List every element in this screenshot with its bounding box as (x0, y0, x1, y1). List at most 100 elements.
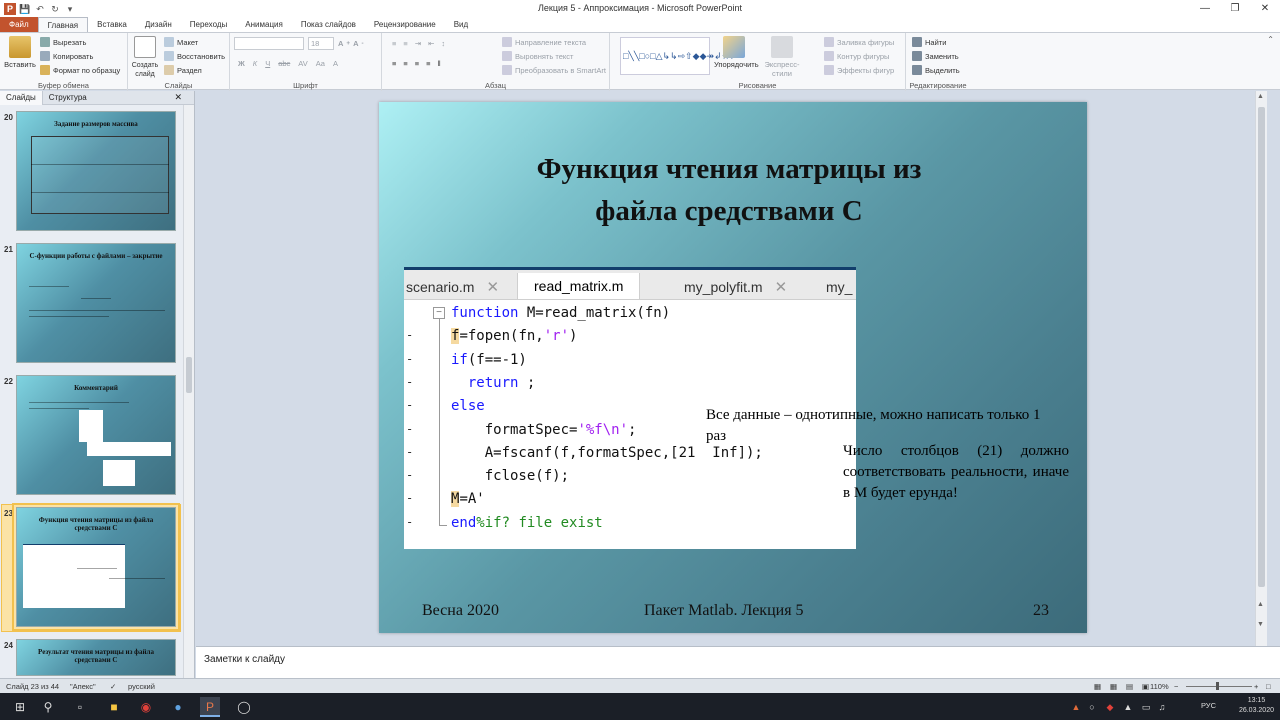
wifi-icon[interactable]: ▲ (1118, 697, 1138, 717)
quick-styles-button[interactable]: Экспресс-стили (760, 36, 804, 78)
slide-thumbnail-selected[interactable]: Функция чтения матрицы из файла средства… (12, 503, 180, 631)
slides-pane-scrollbar[interactable] (183, 105, 194, 678)
tab-outline[interactable]: Структура (43, 93, 93, 102)
align-buttons[interactable]: ≡ ≡ ≡ ≡ ‖ (392, 59, 441, 68)
cut-button[interactable]: Вырезать (40, 37, 86, 47)
zoom-slider-knob[interactable] (1216, 682, 1219, 690)
indent-icon[interactable]: ⇥ (415, 39, 421, 48)
clock[interactable]: 13:15 26.03.2020 (1239, 696, 1274, 716)
shape-fill-button[interactable]: Заливка фигуры (824, 37, 894, 47)
view-slideshow-icon[interactable]: ▣ (1142, 682, 1149, 691)
align-right-icon[interactable]: ≡ (415, 59, 419, 68)
input-language[interactable]: РУС (1201, 701, 1216, 710)
numbering-icon[interactable]: ≡ (403, 39, 407, 48)
underline-icon[interactable]: Ч (265, 59, 270, 68)
tab-transitions[interactable]: Переходы (181, 17, 237, 32)
font-family-select[interactable] (234, 37, 304, 50)
shape-effects-button[interactable]: Эффекты фигур (824, 65, 894, 75)
notes-pane[interactable]: Заметки к слайду (196, 646, 1280, 678)
font-color-icon[interactable]: A (333, 59, 338, 68)
tab-slides[interactable]: Слайды (0, 90, 43, 105)
tab-animation[interactable]: Анимация (236, 17, 292, 32)
scroll-thumb[interactable] (1258, 107, 1265, 587)
font-style-buttons[interactable]: Ж К Чabc AV Aa A (238, 59, 338, 68)
fit-slide-icon[interactable]: □ (1266, 682, 1271, 691)
slide-thumbnail[interactable]: Результат чтения матрицы из файла средст… (16, 639, 176, 676)
start-icon[interactable]: ⊞ (10, 697, 30, 717)
new-slide-button[interactable]: Создать слайд (130, 36, 160, 78)
view-normal-icon[interactable]: ▦ (1094, 682, 1101, 691)
copy-button[interactable]: Копировать (40, 51, 93, 61)
close-pane-icon[interactable]: ✕ (168, 92, 188, 103)
scroll-thumb[interactable] (186, 357, 192, 393)
tab-file[interactable]: Файл (0, 17, 38, 32)
vivaldi-browser-icon[interactable]: ◉ (136, 697, 156, 717)
align-text-button[interactable]: Выровнять текст (502, 51, 573, 61)
annotation-column-count[interactable]: Число столбцов (21) должно соответствова… (843, 441, 1069, 504)
zoom-level[interactable]: 110% (1150, 682, 1169, 691)
slide-thumbnail[interactable]: Комментарий (16, 375, 176, 495)
tab-slideshow[interactable]: Показ слайдов (292, 17, 365, 32)
browser-icon[interactable]: ● (168, 697, 188, 717)
network-icon[interactable]: ○ (1082, 697, 1102, 717)
tab-view[interactable]: Вид (445, 17, 477, 32)
justify-icon[interactable]: ≡ (426, 59, 430, 68)
next-slide-icon[interactable]: ▼ (1257, 621, 1264, 628)
spacing-icon[interactable]: AV (298, 59, 307, 68)
italic-icon[interactable]: К (253, 59, 257, 68)
search-icon[interactable]: ⚲ (38, 697, 58, 717)
select-button[interactable]: Выделить (912, 65, 960, 75)
view-reading-icon[interactable]: ▤ (1126, 682, 1133, 691)
spellcheck-icon[interactable]: ✓ (110, 682, 116, 691)
font-size-select[interactable]: 18 (308, 37, 334, 50)
slide-thumbnail[interactable]: С-функции работы с файлами – закрытие (16, 243, 176, 363)
text-direction-button[interactable]: Направление текста (502, 37, 586, 47)
outdent-icon[interactable]: ⇤ (428, 39, 434, 48)
arrange-button[interactable]: Упорядочить (714, 36, 759, 69)
undo-icon[interactable]: ↶ (34, 3, 46, 15)
bold-icon[interactable]: Ж (238, 59, 245, 68)
collapse-ribbon-icon[interactable]: ⌃ (1267, 35, 1274, 44)
view-sorter-icon[interactable]: ▦ (1110, 682, 1117, 691)
restore-icon[interactable]: ❐ (1220, 0, 1250, 17)
columns-icon[interactable]: ‖ (438, 59, 441, 68)
tab-review[interactable]: Рецензирование (365, 17, 445, 32)
layout-button[interactable]: Макет (164, 37, 198, 47)
volume-icon[interactable]: ♫ (1152, 697, 1172, 717)
format-painter-button[interactable]: Формат по образцу (40, 65, 120, 75)
reset-button[interactable]: Восстановить (164, 51, 225, 61)
strike-icon[interactable]: abc (278, 59, 290, 68)
file-explorer-icon[interactable]: ■ (104, 697, 124, 717)
shape-outline-button[interactable]: Контур фигуры (824, 51, 889, 61)
zoom-out-icon[interactable]: − (1174, 682, 1178, 691)
tab-home[interactable]: Главная (37, 17, 89, 32)
slide-thumbnail[interactable]: Задание размеров массива (16, 111, 176, 231)
customize-qat-icon[interactable]: ▾ (64, 3, 76, 15)
close-icon[interactable]: ✕ (1250, 0, 1280, 17)
redo-icon[interactable]: ↻ (49, 3, 61, 15)
scroll-up-icon[interactable]: ▲ (1257, 93, 1264, 100)
list-buttons[interactable]: ≡ ≡ ⇥ ⇤ ↕ (392, 39, 445, 48)
tab-insert[interactable]: Вставка (88, 17, 136, 32)
zoom-in-icon[interactable]: + (1254, 682, 1258, 691)
slide-title[interactable]: Функция чтения матрицы из файла средства… (439, 148, 1019, 232)
shield-icon[interactable]: ◆ (1100, 697, 1120, 717)
line-spacing-icon[interactable]: ↕ (441, 39, 445, 48)
slide-canvas[interactable]: Функция чтения матрицы из файла средства… (379, 102, 1087, 633)
bullets-icon[interactable]: ≡ (392, 39, 396, 48)
powerpoint-taskbar-icon[interactable]: P (200, 697, 220, 717)
smartart-button[interactable]: Преобразовать в SmartArt (502, 65, 606, 75)
zoom-slider[interactable] (1186, 686, 1252, 687)
shapes-gallery[interactable]: □╲╲□○□△↳↳⇨⇧◆◆↠↲★↱ (620, 37, 737, 75)
align-center-icon[interactable]: ≡ (403, 59, 407, 68)
tab-design[interactable]: Дизайн (136, 17, 181, 32)
paste-button[interactable]: Вставить (4, 36, 36, 69)
save-icon[interactable]: 💾 (19, 3, 31, 15)
language[interactable]: русский (128, 682, 155, 691)
find-button[interactable]: Найти (912, 37, 946, 47)
app-icon[interactable]: ◯ (234, 697, 254, 717)
section-button[interactable]: Раздел (164, 65, 202, 75)
align-left-icon[interactable]: ≡ (392, 59, 396, 68)
minimize-icon[interactable]: — (1190, 0, 1220, 17)
case-icon[interactable]: Aa (316, 59, 325, 68)
